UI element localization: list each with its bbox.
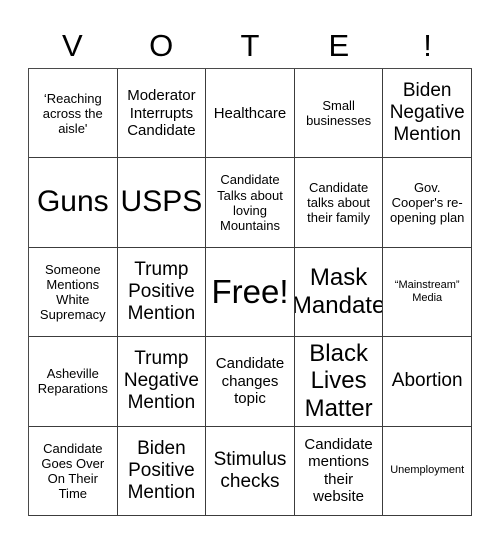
bingo-cell-label: Guns — [36, 185, 109, 219]
bingo-cell-label: “Mainstream” Media — [394, 279, 460, 304]
bingo-cell-r1c5[interactable]: Biden Negative Mention — [383, 69, 472, 159]
bingo-cell-r2c3[interactable]: Candidate Talks about loving Mountains — [206, 158, 295, 248]
bingo-cell-r3c3[interactable]: Free! — [206, 247, 295, 338]
bingo-cell-r2c5[interactable]: Gov. Cooper's re-opening plan — [383, 158, 472, 248]
bingo-header-letter-1: V — [62, 27, 83, 63]
bingo-grid: ‘Reaching across the aisle' Moderator Int… — [28, 68, 472, 516]
bingo-cell-r2c2[interactable]: USPS — [117, 158, 207, 248]
bingo-cell-label: Candidate Goes Over On Their Time — [41, 440, 105, 501]
bingo-cell-r5c5[interactable]: Unemployment — [383, 426, 472, 516]
bingo-cell-label: USPS — [120, 185, 203, 219]
bingo-cell-r1c4[interactable]: Small businesses — [294, 69, 384, 159]
bingo-cell-label: Unemployment — [390, 464, 465, 477]
bingo-cell-label: Black Lives Matter — [304, 339, 373, 423]
bingo-cell-r2c4[interactable]: Candidate talks about their family — [294, 158, 384, 248]
bingo-header-letter-5: ! — [423, 27, 432, 63]
bingo-cell-label: Candidate talks about their family — [307, 179, 371, 226]
bingo-header-letter-2: O — [149, 27, 174, 63]
bingo-cell-label: Candidate Talks about loving Mountains — [217, 172, 283, 233]
bingo-cell-r3c1[interactable]: Someone Mentions White Supremacy — [29, 247, 118, 338]
bingo-cell-r1c3[interactable]: Healthcare — [206, 69, 295, 159]
bingo-cell-r1c1[interactable]: ‘Reaching across the aisle' — [29, 69, 118, 159]
bingo-cell-label: Biden Negative Mention — [389, 80, 465, 146]
bingo-header-letter-4: E — [328, 27, 350, 63]
bingo-cell-r5c1[interactable]: Candidate Goes Over On Their Time — [29, 426, 118, 516]
bingo-cell-r3c2[interactable]: Trump Positive Mention — [117, 247, 207, 338]
bingo-cell-label: Healthcare — [213, 104, 287, 122]
bingo-cell-label: Free! — [211, 272, 289, 310]
bingo-cell-label: Biden Positive Mention — [127, 437, 196, 503]
bingo-cell-r4c4[interactable]: Black Lives Matter — [294, 337, 384, 427]
bingo-cell-r4c2[interactable]: Trump Negative Mention — [117, 337, 207, 427]
bingo-cell-r5c4[interactable]: Candidate mentions their website — [294, 426, 384, 516]
bingo-cell-r4c5[interactable]: Abortion — [383, 337, 472, 427]
bingo-cell-label: Trump Negative Mention — [123, 348, 199, 414]
bingo-card: V O T E! ‘Reaching across the aisle' Moderat… — [0, 0, 500, 544]
bingo-cell-r3c4[interactable]: Mask Mandate — [294, 247, 384, 338]
bingo-cell-label: Small businesses — [306, 98, 372, 129]
bingo-cell-label: Moderator Interrupts Candidate — [127, 87, 196, 139]
bingo-cell-r2c1[interactable]: Guns — [29, 158, 118, 248]
bingo-header: V O T E! — [28, 22, 472, 68]
bingo-cell-label: Gov. Cooper's re-opening plan — [389, 179, 465, 226]
bingo-cell-r5c3[interactable]: Stimulus checks — [206, 426, 295, 516]
bingo-cell-label: Asheville Reparations — [37, 366, 108, 397]
bingo-cell-r1c2[interactable]: Moderator Interrupts Candidate — [117, 69, 207, 159]
bingo-cell-label: Stimulus checks — [213, 448, 287, 492]
bingo-cell-r4c3[interactable]: Candidate changes topic — [206, 337, 295, 427]
bingo-cell-r4c1[interactable]: Asheville Reparations — [29, 337, 118, 427]
bingo-cell-label: Trump Positive Mention — [127, 258, 196, 324]
bingo-cell-label: ‘Reaching across the aisle' — [42, 90, 103, 136]
bingo-cell-label: Someone Mentions White Supremacy — [39, 261, 106, 323]
bingo-cell-label: Mask Mandate — [294, 264, 384, 319]
bingo-cell-r3c5[interactable]: “Mainstream” Media — [383, 247, 472, 338]
bingo-cell-r5c2[interactable]: Biden Positive Mention — [117, 426, 207, 516]
bingo-header-letter-3: T — [240, 27, 260, 63]
bingo-cell-label: Candidate changes topic — [215, 355, 285, 408]
bingo-cell-label: Candidate mentions their website — [304, 436, 373, 506]
bingo-cell-label: Abortion — [391, 370, 463, 392]
